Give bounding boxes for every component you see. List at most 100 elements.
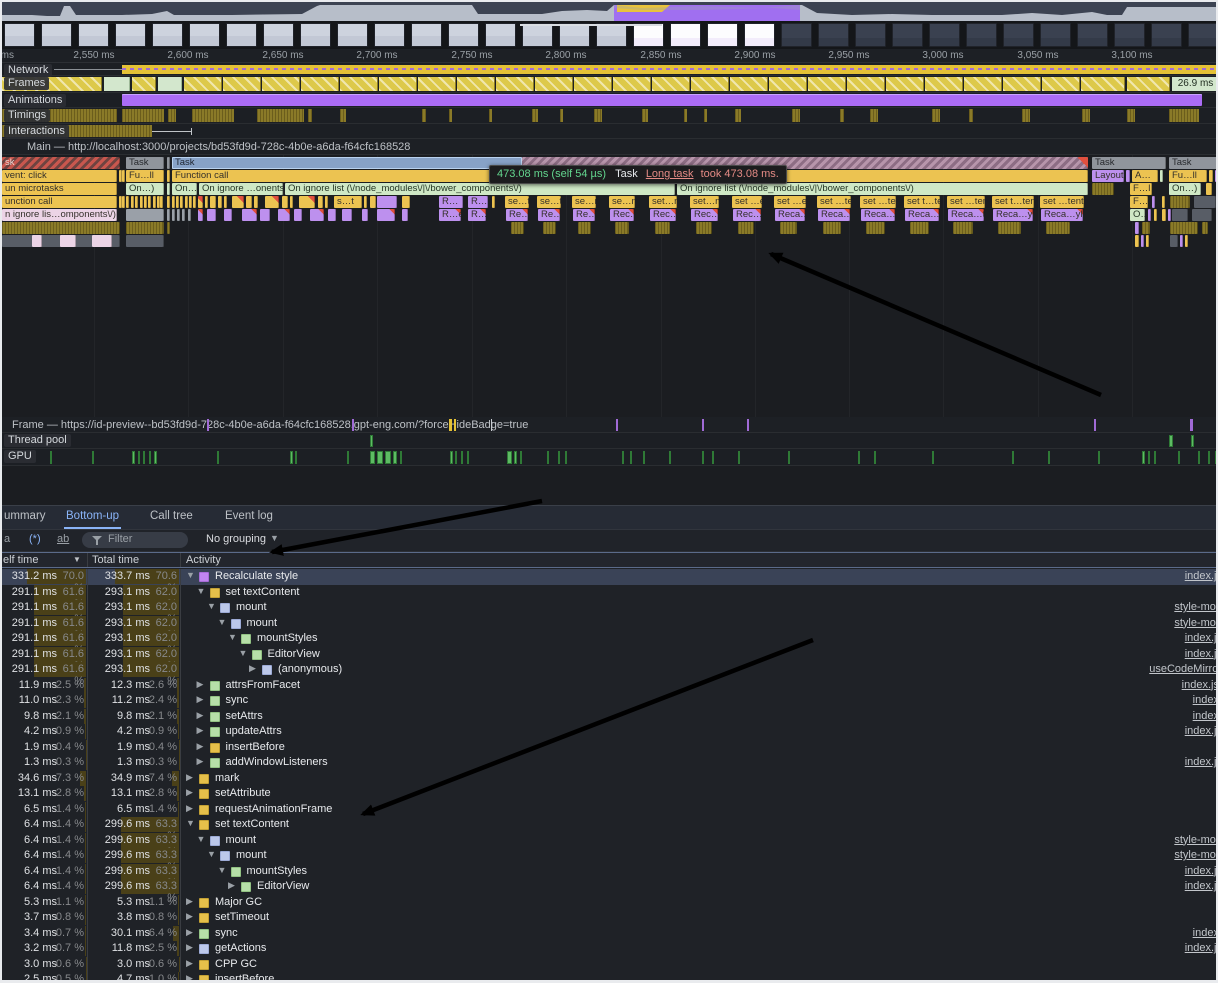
filmstrip-thumbnail[interactable] [374, 23, 405, 47]
flame-bar[interactable]: set t…tent [904, 196, 940, 208]
filmstrip-thumbnail[interactable] [448, 23, 479, 47]
flame-bar[interactable]: Re…le [573, 209, 595, 221]
track-frame[interactable]: Frame — https://id-preview--bd53fd9d-728… [2, 417, 1216, 433]
gpu-activity-bar[interactable] [347, 451, 349, 464]
tooltip-long-task-link[interactable]: Long task [646, 168, 694, 180]
filmstrip-thumbnail[interactable] [892, 23, 923, 47]
gpu-activity-bar[interactable] [393, 451, 397, 464]
gpu-activity-bar[interactable] [450, 451, 453, 464]
frame-segment[interactable] [1127, 77, 1170, 91]
flame-bar[interactable] [131, 196, 134, 208]
gpu-activity-bar[interactable] [50, 451, 52, 464]
table-row[interactable]: 291.1 ms61.6 %293.1 ms62.0 %▼mountstyle-… [2, 616, 1216, 632]
activity-label[interactable]: mountStyles [257, 632, 318, 644]
table-row[interactable]: 291.1 ms61.6 %293.1 ms62.0 %▼set textCon… [2, 585, 1216, 601]
flame-bar[interactable]: Rec…yle [691, 209, 718, 221]
tab-event-log[interactable]: Event log [223, 506, 275, 527]
flame-bar[interactable]: set…nt [690, 196, 719, 208]
timing-marker-bar[interactable] [1022, 109, 1030, 122]
flame-bar[interactable] [167, 170, 170, 182]
flame-bar[interactable] [1168, 209, 1171, 221]
table-row[interactable]: 1.9 ms0.4 %1.9 ms0.4 %▶insertBefore [2, 740, 1216, 756]
flame-bar[interactable] [60, 235, 76, 247]
flame-bar[interactable] [1162, 209, 1166, 221]
table-row[interactable]: 4.2 ms0.9 %4.2 ms0.9 %▶updateAttrsindex.… [2, 724, 1216, 740]
flame-bar[interactable] [210, 196, 216, 208]
flame-bar[interactable] [198, 196, 203, 208]
flame-bar[interactable] [172, 196, 175, 208]
timing-marker-bar[interactable] [735, 109, 741, 122]
activity-label[interactable]: Recalculate style [215, 570, 298, 582]
grouping-caret-icon[interactable]: ▼ [270, 533, 279, 543]
flame-bar[interactable]: Task [172, 157, 522, 169]
table-row[interactable]: 291.1 ms61.6 %293.1 ms62.0 %▼EditorViewi… [2, 647, 1216, 663]
flame-bar[interactable] [402, 209, 408, 221]
flame-bar[interactable] [148, 196, 151, 208]
gpu-activity-bar[interactable] [630, 451, 632, 464]
flame-bar[interactable] [278, 209, 290, 221]
table-row[interactable]: 331.2 ms70.0 %333.7 ms70.6 %▼Recalculate… [2, 569, 1216, 585]
tab-call-tree[interactable]: Call tree [148, 506, 195, 527]
thread-pool-activity-bar[interactable] [1169, 435, 1173, 447]
frame-segment[interactable] [301, 77, 339, 91]
gpu-activity-bar[interactable] [643, 451, 645, 464]
filmstrip-thumbnail[interactable] [559, 23, 590, 47]
filmstrip-thumbnail[interactable] [1151, 23, 1182, 47]
flame-bar[interactable] [362, 209, 368, 221]
tree-collapsed-icon[interactable]: ▶ [197, 679, 204, 690]
activity-label[interactable]: set textContent [215, 818, 289, 830]
activity-label[interactable]: setAttrs [226, 710, 263, 722]
activity-label[interactable]: mountStyles [247, 865, 308, 877]
flame-bar[interactable] [511, 222, 524, 234]
network-activity-bar[interactable] [122, 65, 1216, 74]
table-row[interactable]: 291.1 ms61.6 %293.1 ms62.0 %▼mountStyles… [2, 631, 1216, 647]
source-link[interactable]: index.js [1185, 942, 1216, 954]
flame-bar[interactable]: Task [1092, 157, 1166, 169]
flame-bar[interactable] [492, 196, 495, 208]
flame-bar[interactable] [167, 196, 170, 208]
thread-pool-activity-bar[interactable] [370, 435, 373, 447]
gpu-activity-bar[interactable] [143, 451, 145, 464]
gpu-activity-bar[interactable] [461, 451, 463, 464]
timing-marker-bar[interactable] [489, 109, 492, 122]
cpu-overview-chart[interactable] [2, 2, 1216, 21]
filmstrip-thumbnail[interactable] [115, 23, 146, 47]
flame-bar[interactable]: On ignore list (\/node_modules\/|\/bower… [285, 183, 675, 195]
gpu-activity-bar[interactable] [377, 451, 383, 464]
frame-segment[interactable] [262, 77, 300, 91]
gpu-activity-bar[interactable] [1142, 451, 1145, 464]
gpu-activity-bar[interactable] [217, 451, 219, 464]
flame-bar[interactable]: sk [2, 157, 120, 169]
flame-bar[interactable] [1180, 235, 1183, 247]
frame-segment[interactable] [769, 77, 807, 91]
track-timings[interactable]: Timings [2, 108, 1216, 124]
filmstrip-thumbnail[interactable] [744, 23, 775, 47]
track-frames[interactable]: 26.9 ms Frames [2, 76, 1216, 93]
frame-segment[interactable] [496, 77, 534, 91]
flame-bar[interactable] [122, 170, 125, 182]
flame-bar[interactable] [167, 209, 170, 221]
tree-expanded-icon[interactable]: ▼ [207, 849, 216, 859]
table-row[interactable]: 291.1 ms61.6 %293.1 ms62.0 %▶(anonymous)… [2, 662, 1216, 678]
flame-bar[interactable]: On ignore list (\/node_modules\/|\/bower… [677, 183, 1088, 195]
tree-collapsed-icon[interactable]: ▶ [186, 958, 193, 969]
timing-marker-bar[interactable] [168, 109, 176, 122]
flame-bar[interactable]: F…l [1130, 196, 1148, 208]
flame-bar[interactable] [185, 196, 188, 208]
flame-bar[interactable] [135, 196, 138, 208]
activity-label[interactable]: EditorView [268, 648, 320, 660]
match-whole-word-icon[interactable]: ab [57, 533, 69, 545]
flame-bar[interactable]: On…) [172, 183, 197, 195]
regex-icon[interactable]: (*) [29, 533, 41, 545]
gpu-activity-bar[interactable] [92, 451, 94, 464]
timing-marker-bar[interactable] [1082, 109, 1090, 122]
gpu-activity-bar[interactable] [547, 451, 549, 464]
flame-bar[interactable]: Reca…yle [905, 209, 939, 221]
flame-bar[interactable] [265, 196, 279, 208]
flame-bar[interactable]: Rec…le [610, 209, 634, 221]
timing-marker-bar[interactable] [932, 109, 940, 122]
flame-bar[interactable] [1092, 183, 1114, 195]
flame-bar[interactable] [153, 196, 156, 208]
flame-bar[interactable] [167, 157, 170, 169]
tree-expanded-icon[interactable]: ▼ [197, 586, 206, 596]
